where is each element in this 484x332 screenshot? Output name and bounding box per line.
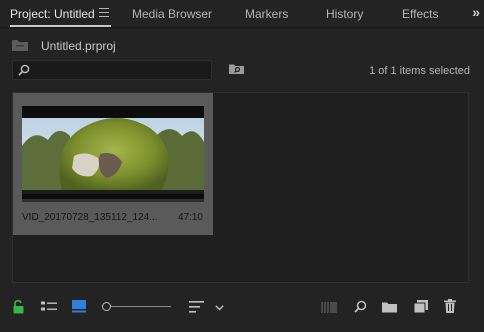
search-input[interactable]	[12, 60, 212, 80]
sort-icon[interactable]	[189, 301, 204, 313]
project-panel-toolbar	[0, 291, 484, 332]
project-file-name: Untitled.prproj	[41, 39, 116, 53]
trash-icon[interactable]	[444, 299, 456, 313]
tab-effects[interactable]: Effects	[402, 7, 438, 21]
unlock-icon[interactable]	[13, 300, 24, 314]
tab-history[interactable]: History	[326, 7, 363, 21]
tabs-overflow-icon[interactable]: »	[472, 4, 480, 20]
clip-thumbnail-card[interactable]: VID_20170728_135112_124... 47:10	[13, 93, 213, 235]
bin-folder-icon	[12, 40, 28, 51]
panel-menu-icon[interactable]	[99, 8, 109, 17]
project-panel: Untitled.prproj 1 of 1 items selected VI…	[0, 29, 484, 332]
zoom-slider-handle[interactable]	[102, 302, 111, 311]
clip-duration: 47:10	[177, 212, 203, 223]
panel-tab-bar: Project: Untitled Media Browser Markers …	[0, 0, 484, 28]
icon-view-icon[interactable]	[72, 300, 86, 313]
new-search-bin-icon[interactable]	[229, 63, 244, 75]
tab-markers[interactable]: Markers	[245, 7, 288, 21]
active-tab-indicator	[10, 25, 111, 27]
bin-content-area: VID_20170728_135112_124... 47:10	[12, 92, 469, 283]
tab-project[interactable]: Project: Untitled	[10, 7, 95, 21]
clip-scrub-bar[interactable]	[22, 199, 204, 202]
find-icon[interactable]	[354, 300, 367, 313]
list-view-icon[interactable]	[41, 301, 57, 313]
clip-name: VID_20170728_135112_124...	[22, 212, 158, 223]
selection-status: 1 of 1 items selected	[369, 65, 470, 77]
clip-thumbnail-image	[22, 106, 204, 200]
search-icon	[18, 64, 30, 76]
new-item-icon[interactable]	[414, 300, 428, 313]
zoom-slider-track[interactable]	[111, 306, 171, 307]
new-bin-icon[interactable]	[382, 301, 397, 313]
clip-preview	[22, 106, 204, 200]
tab-media-browser[interactable]: Media Browser	[132, 7, 212, 21]
automate-to-sequence-icon[interactable]	[321, 302, 337, 313]
chevron-down-icon[interactable]	[215, 305, 224, 311]
